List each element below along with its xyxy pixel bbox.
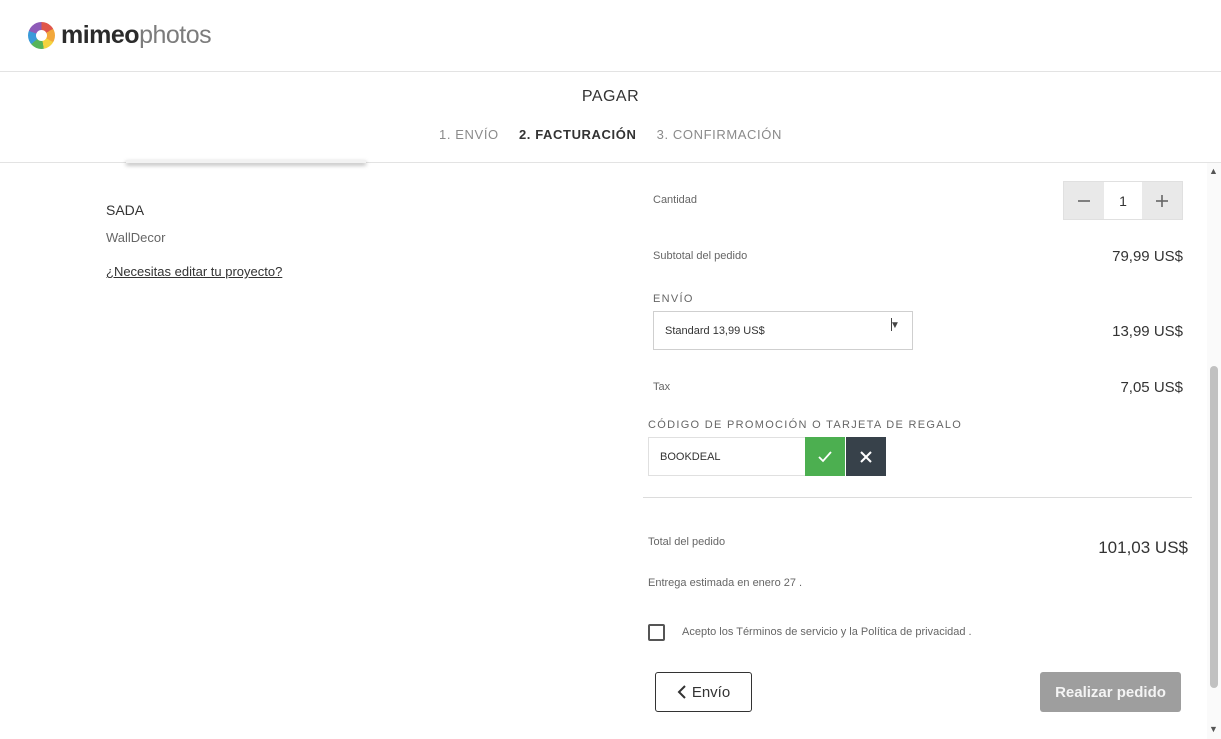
logo-text-bold: mimeo xyxy=(61,20,140,49)
shipping-value: 13,99 US$ xyxy=(1112,323,1183,340)
quantity-increase-button[interactable] xyxy=(1142,182,1182,219)
back-to-shipping-button[interactable]: Envío xyxy=(655,672,752,712)
checkout-heading: PAGAR 1. ENVÍO 2. FACTURACIÓN 3. CONFIRM… xyxy=(0,72,1221,163)
promo-clear-button[interactable] xyxy=(846,437,886,476)
subtotal-label: Subtotal del pedido xyxy=(653,250,748,262)
tax-label: Tax xyxy=(653,381,671,393)
scrollbar-thumb[interactable] xyxy=(1210,366,1218,688)
scroll-up-arrow-icon[interactable]: ▲ xyxy=(1209,166,1218,176)
quantity-value[interactable]: 1 xyxy=(1104,182,1142,219)
scroll-down-arrow-icon[interactable]: ▼ xyxy=(1209,724,1218,734)
mimeo-photos-logo[interactable]: mimeo photos xyxy=(28,20,212,50)
terms-label: Acepto los Términos de servicio y la Pol… xyxy=(682,626,972,638)
shipping-method-select[interactable]: Standard 13,99 US$ xyxy=(653,311,913,350)
shipping-label: ENVÍO xyxy=(653,293,694,305)
check-icon xyxy=(818,450,832,462)
page-title: PAGAR xyxy=(581,88,640,105)
checkout-steps: 1. ENVÍO 2. FACTURACIÓN 3. CONFIRMACIÓN xyxy=(0,127,1221,142)
estimated-delivery: Entrega estimada en enero 27 . xyxy=(648,577,803,589)
step-confirmation: 3. CONFIRMACIÓN xyxy=(656,127,782,142)
back-button-label: Envío xyxy=(691,683,731,701)
minus-icon xyxy=(1078,199,1090,202)
close-icon xyxy=(860,450,872,463)
project-type: WallDecor xyxy=(106,230,166,245)
project-thumbnail-edge xyxy=(126,160,366,163)
place-order-button[interactable]: Realizar pedido xyxy=(1040,672,1181,712)
step-shipping[interactable]: 1. ENVÍO xyxy=(439,127,499,142)
project-name: SADA xyxy=(106,202,145,218)
quantity-label: Cantidad xyxy=(653,194,698,206)
dropdown-caret-icon: ▼ xyxy=(890,320,900,331)
total-label: Total del pedido xyxy=(648,536,726,548)
promo-apply-button[interactable] xyxy=(805,437,845,476)
plus-icon xyxy=(1156,194,1168,207)
logo-text-light: photos xyxy=(139,20,212,49)
step-billing: 2. FACTURACIÓN xyxy=(518,127,637,142)
promo-code-input[interactable] xyxy=(648,437,805,476)
terms-checkbox[interactable] xyxy=(648,624,665,641)
logo-aperture-icon xyxy=(28,21,55,49)
chevron-left-icon xyxy=(677,685,686,699)
promo-label: CÓDIGO DE PROMOCIÓN O TARJETA DE REGALO xyxy=(648,419,963,431)
summary-divider xyxy=(643,497,1192,498)
edit-project-link[interactable]: ¿Necesitas editar tu proyecto? xyxy=(106,264,282,279)
quantity-decrease-button[interactable] xyxy=(1064,182,1104,219)
quantity-stepper: 1 xyxy=(1063,181,1183,220)
subtotal-value: 79,99 US$ xyxy=(1112,248,1183,265)
total-value: 101,03 US$ xyxy=(1098,538,1188,557)
tax-value: 7,05 US$ xyxy=(1120,379,1183,396)
top-header: mimeo photos xyxy=(0,0,1221,72)
